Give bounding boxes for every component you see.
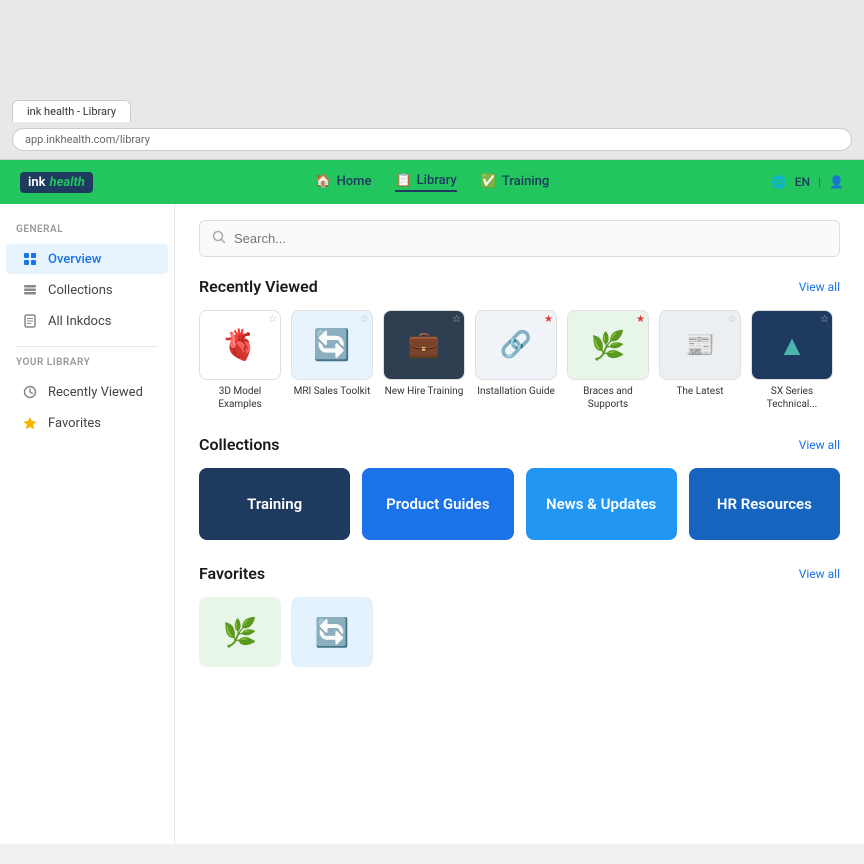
overview-icon	[22, 251, 38, 267]
sidebar-item-favorites[interactable]: Favorites	[6, 408, 168, 438]
collection-product-guides[interactable]: Product Guides	[362, 468, 513, 540]
star-btn-braces[interactable]: ★	[636, 314, 645, 325]
browser-tab[interactable]: ink health - Library	[12, 100, 131, 122]
logo-ink: ink	[28, 175, 46, 190]
recently-viewed-label: Recently Viewed	[48, 385, 143, 400]
nav-separator: |	[818, 175, 821, 189]
recently-viewed-icon	[22, 384, 38, 400]
nav-training[interactable]: ✅ Training	[481, 174, 550, 191]
fav-card-1[interactable]: 🌿	[199, 597, 281, 667]
doc-label-the-latest: The Latest	[676, 385, 723, 398]
doc-thumb-installation: 🔗 ★	[475, 310, 557, 380]
nav-home[interactable]: 🏠 Home	[315, 174, 371, 191]
recently-viewed-section: Recently Viewed View all 🫀 ☆ 3D Model Ex…	[199, 277, 840, 411]
favorites-label: Favorites	[48, 416, 101, 431]
star-btn-the-latest[interactable]: ☆	[728, 314, 737, 325]
collections-header: Collections View all	[199, 435, 840, 454]
favorites-header: Favorites View all	[199, 564, 840, 583]
doc-label-sx-series: SX Series Technical...	[752, 385, 832, 411]
nav-training-label: Training	[502, 174, 549, 189]
doc-label-braces: Braces and Supports	[568, 385, 648, 411]
doc-thumb-new-hire: 💼 ☆	[383, 310, 465, 380]
doc-card-sx-series[interactable]: ▲ ☆ SX Series Technical...	[751, 310, 833, 411]
sidebar-item-recently-viewed[interactable]: Recently Viewed	[6, 377, 168, 407]
nav-links: 🏠 Home 📋 Library ✅ Training	[315, 173, 549, 192]
recently-viewed-cards: 🫀 ☆ 3D Model Examples 🔄 ☆ MRI Sales Tool…	[199, 310, 840, 411]
collection-training[interactable]: Training	[199, 468, 350, 540]
star-btn-sx-series[interactable]: ☆	[820, 314, 829, 325]
training-icon: ✅	[481, 174, 497, 189]
doc-label-mri-sales: MRI Sales Toolkit	[294, 385, 371, 398]
doc-card-the-latest[interactable]: 📰 ☆ The Latest	[659, 310, 741, 411]
doc-label-installation: Installation Guide	[477, 385, 555, 398]
nav-right: 🌐 EN | 👤	[772, 175, 844, 189]
your-library-label: Your Library	[0, 357, 174, 376]
library-icon: 📋	[395, 173, 411, 188]
sidebar-item-all-inkdocs[interactable]: All Inkdocs	[6, 306, 168, 336]
all-inkdocs-icon	[22, 313, 38, 329]
doc-thumb-sx-series: ▲ ☆	[751, 310, 833, 380]
recently-viewed-header: Recently Viewed View all	[199, 277, 840, 296]
doc-card-mri-sales[interactable]: 🔄 ☆ MRI Sales Toolkit	[291, 310, 373, 411]
main-layout: General Overview Collections	[0, 204, 864, 844]
star-btn-mri-sales[interactable]: ☆	[360, 314, 369, 325]
general-section-label: General	[0, 224, 174, 243]
search-input[interactable]	[234, 231, 827, 246]
favorites-cards: 🌿 🔄	[199, 597, 840, 667]
star-btn-installation[interactable]: ★	[544, 314, 553, 325]
favorites-title: Favorites	[199, 564, 265, 583]
recently-viewed-title: Recently Viewed	[199, 277, 318, 296]
collections-section: Collections View all Training Product Gu…	[199, 435, 840, 540]
sidebar-item-overview[interactable]: Overview	[6, 244, 168, 274]
doc-label-3d-model: 3D Model Examples	[200, 385, 280, 411]
search-container	[199, 220, 840, 257]
logo[interactable]: ink health	[20, 172, 93, 193]
search-icon	[212, 229, 226, 248]
doc-thumb-the-latest: 📰 ☆	[659, 310, 741, 380]
collections-view-all[interactable]: View all	[799, 438, 840, 452]
nav-home-label: Home	[337, 174, 372, 189]
favorites-section: Favorites View all 🌿 🔄	[199, 564, 840, 667]
collection-news-updates[interactable]: News & Updates	[526, 468, 677, 540]
user-icon[interactable]: 👤	[829, 175, 844, 189]
collections-title: Collections	[199, 435, 280, 454]
doc-card-3d-model[interactable]: 🫀 ☆ 3D Model Examples	[199, 310, 281, 411]
doc-thumb-3d-model: 🫀 ☆	[199, 310, 281, 380]
home-icon: 🏠	[315, 174, 331, 189]
sidebar: General Overview Collections	[0, 204, 175, 844]
address-bar[interactable]: app.inkhealth.com/library	[12, 128, 852, 151]
collection-hr-resources[interactable]: HR Resources	[689, 468, 840, 540]
nav-library[interactable]: 📋 Library	[395, 173, 456, 192]
content-area: Recently Viewed View all 🫀 ☆ 3D Model Ex…	[175, 204, 864, 844]
doc-thumb-braces: 🌿 ★	[567, 310, 649, 380]
collections-label: Collections	[48, 283, 113, 298]
sidebar-item-collections[interactable]: Collections	[6, 275, 168, 305]
browser-tabs: ink health - Library	[12, 100, 852, 122]
doc-card-installation[interactable]: 🔗 ★ Installation Guide	[475, 310, 557, 411]
logo-health: health	[50, 175, 85, 190]
all-inkdocs-label: All Inkdocs	[48, 314, 111, 329]
doc-thumb-mri-sales: 🔄 ☆	[291, 310, 373, 380]
fav-card-2[interactable]: 🔄	[291, 597, 373, 667]
collections-grid: Training Product Guides News & Updates H…	[199, 468, 840, 540]
lang-label[interactable]: EN	[795, 175, 810, 189]
overview-label: Overview	[48, 252, 101, 267]
collections-icon	[22, 282, 38, 298]
doc-card-braces[interactable]: 🌿 ★ Braces and Supports	[567, 310, 649, 411]
favorites-view-all[interactable]: View all	[799, 567, 840, 581]
globe-icon: 🌐	[772, 175, 787, 189]
browser-chrome: ink health - Library app.inkhealth.com/l…	[0, 0, 864, 160]
favorites-icon	[22, 415, 38, 431]
recently-viewed-view-all[interactable]: View all	[799, 280, 840, 294]
top-nav: ink health 🏠 Home 📋 Library ✅ Training 🌐…	[0, 160, 864, 204]
doc-label-new-hire: New Hire Training	[385, 385, 464, 398]
search-input-wrap[interactable]	[199, 220, 840, 257]
sidebar-divider	[16, 346, 158, 347]
doc-card-new-hire[interactable]: 💼 ☆ New Hire Training	[383, 310, 465, 411]
nav-library-label: Library	[417, 173, 457, 188]
star-btn-3d-model[interactable]: ☆	[268, 314, 277, 325]
star-btn-new-hire[interactable]: ☆	[452, 314, 461, 325]
